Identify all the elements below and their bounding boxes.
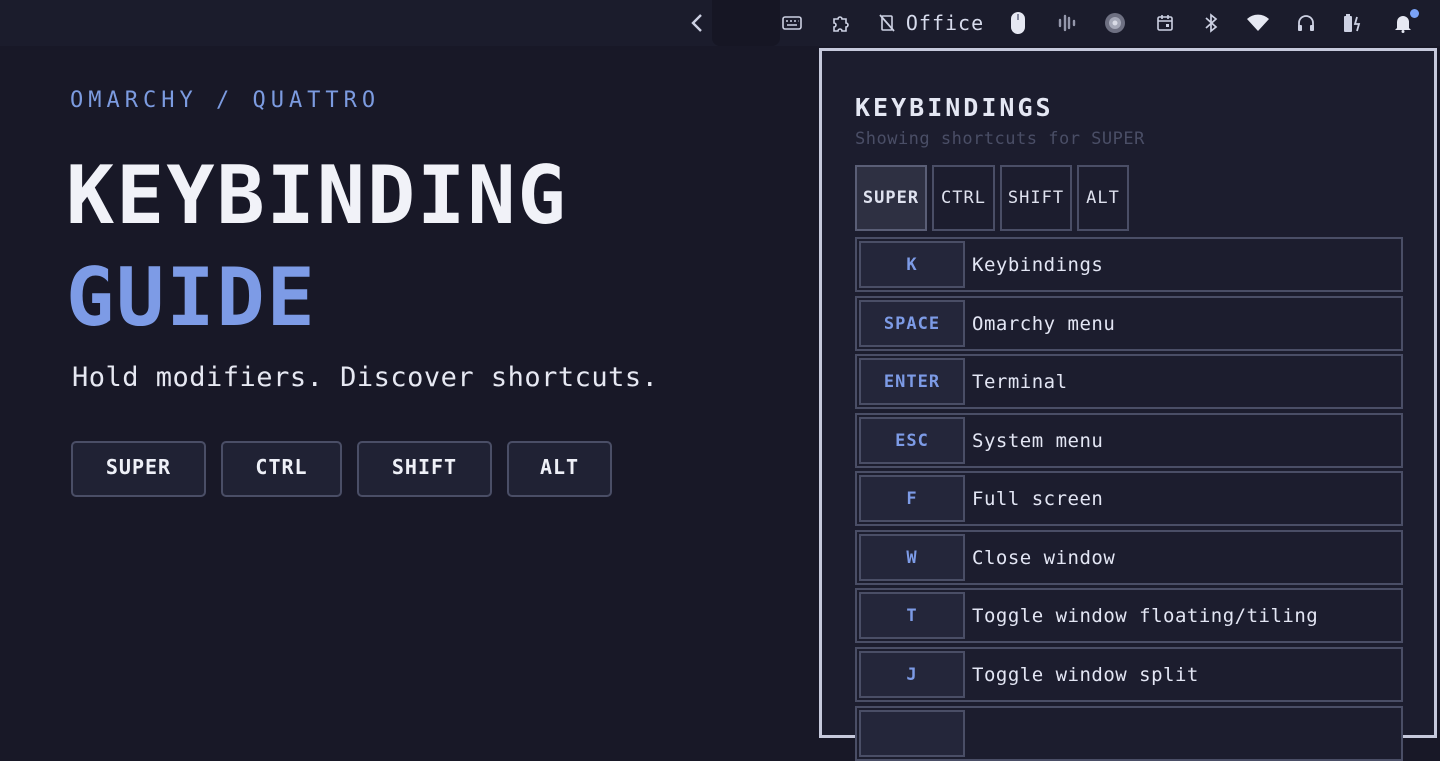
binding-action: Terminal	[972, 370, 1068, 393]
binding-action: Full screen	[972, 487, 1104, 510]
bluetooth-icon[interactable]	[1199, 10, 1223, 36]
modifier-button-ctrl[interactable]: CTRL	[221, 441, 342, 497]
workspace-label[interactable]: Office	[906, 10, 984, 36]
binding-action: Close window	[972, 546, 1116, 569]
modifier-button-super[interactable]: SUPER	[71, 441, 206, 497]
binding-action: Omarchy menu	[972, 312, 1116, 335]
binding-key: J	[859, 651, 965, 698]
headphones-icon[interactable]	[1294, 10, 1318, 36]
binding-key: ESC	[859, 417, 965, 464]
page-title-accent: GUIDE	[66, 251, 317, 344]
keyboard-icon[interactable]	[780, 10, 804, 36]
binding-key: K	[859, 241, 965, 288]
globe-icon[interactable]	[1103, 10, 1127, 36]
panel-subtitle: Showing shortcuts for SUPER	[855, 129, 1145, 149]
modifier-button-alt[interactable]: ALT	[507, 441, 612, 497]
wifi-icon[interactable]	[1245, 10, 1271, 36]
keybindings-panel: KEYBINDINGS Showing shortcuts for SUPER …	[819, 48, 1437, 761]
chevron-left-icon[interactable]	[686, 10, 708, 36]
calendar-icon[interactable]	[1153, 10, 1177, 36]
top-bar: Office	[0, 0, 1440, 46]
binding-row[interactable]: ENTER Terminal	[855, 354, 1403, 409]
tab-shift[interactable]: SHIFT	[1000, 165, 1072, 231]
mouse-icon[interactable]	[1006, 10, 1030, 36]
binding-key: SPACE	[859, 300, 965, 347]
modifier-button-shift[interactable]: SHIFT	[357, 441, 492, 497]
binding-row[interactable]: F Full screen	[855, 471, 1403, 526]
tab-ctrl[interactable]: CTRL	[932, 165, 995, 231]
binding-key: ENTER	[859, 358, 965, 405]
binding-action: Toggle window split	[972, 663, 1199, 686]
binding-row[interactable]: T Toggle window floating/tiling	[855, 588, 1403, 643]
binding-action: System menu	[972, 429, 1104, 452]
topbar-notch	[712, 0, 780, 46]
binding-row-partial[interactable]	[855, 706, 1403, 761]
binding-key: F	[859, 475, 965, 522]
panel-title: KEYBINDINGS	[855, 93, 1054, 122]
binding-row[interactable]: J Toggle window split	[855, 647, 1403, 702]
binding-row[interactable]: ESC System menu	[855, 413, 1403, 468]
tab-super[interactable]: SUPER	[855, 165, 927, 231]
binding-key: W	[859, 534, 965, 581]
tagline: Hold modifiers. Discover shortcuts.	[72, 362, 659, 393]
battery-icon[interactable]	[1341, 10, 1365, 36]
mute-icon[interactable]	[876, 10, 898, 36]
binding-action: Toggle window floating/tiling	[972, 604, 1319, 627]
breadcrumb: OMARCHY / QUATTRO	[70, 88, 381, 113]
binding-row[interactable]: W Close window	[855, 530, 1403, 585]
audio-levels-icon[interactable]	[1055, 10, 1079, 36]
binding-row[interactable]: SPACE Omarchy menu	[855, 296, 1403, 351]
binding-key	[859, 710, 965, 757]
binding-key: T	[859, 592, 965, 639]
binding-row[interactable]: K Keybindings	[855, 237, 1403, 292]
binding-action: Keybindings	[972, 253, 1104, 276]
page-title: KEYBINDING	[66, 149, 568, 242]
notification-dot	[1410, 9, 1419, 18]
tab-alt[interactable]: ALT	[1077, 165, 1129, 231]
puzzle-icon[interactable]	[829, 10, 853, 36]
